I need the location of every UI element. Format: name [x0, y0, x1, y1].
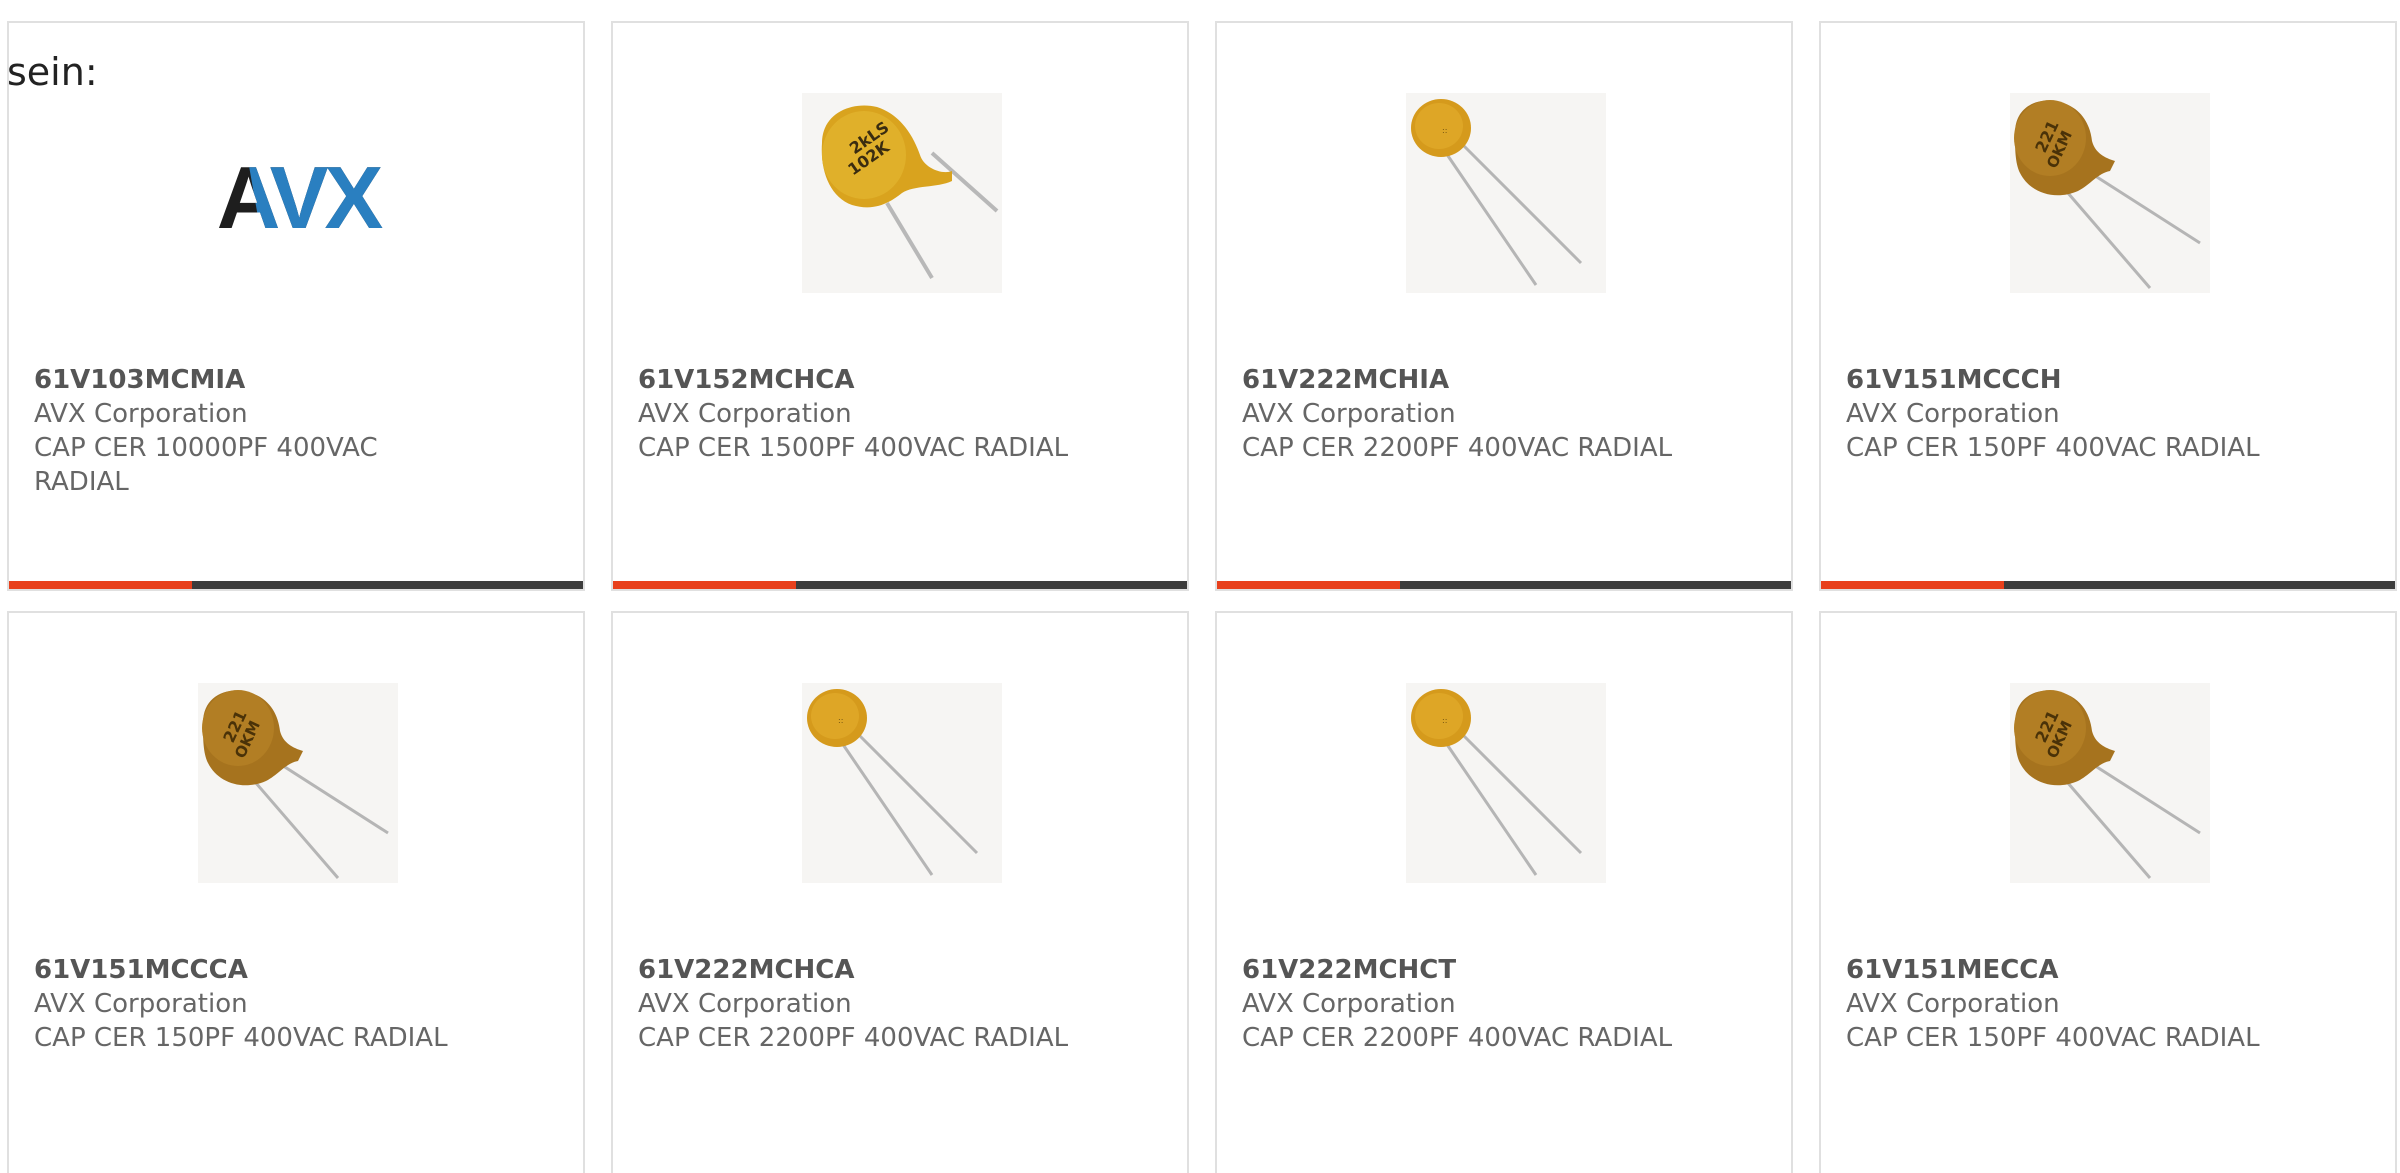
card-accent-bar [9, 581, 583, 589]
description: CAP CER 1500PF 400VAC RADIAL [638, 433, 1069, 463]
capacitor-image[interactable]: :: [1406, 683, 1606, 883]
part-number-link[interactable]: 61V222MCHIA [1242, 363, 1742, 397]
svg-text:::: :: [1442, 716, 1447, 725]
svg-text:::: :: [838, 716, 843, 725]
description: CAP CER 2200PF 400VAC RADIAL [1242, 1023, 1673, 1053]
accent-segment [1821, 581, 2004, 589]
manufacturer: AVX Corporation [34, 989, 248, 1019]
accent-segment [9, 581, 192, 589]
product-card[interactable]: 221 OKM 61V151MCCCH AVX Corporation CAP … [1819, 21, 2397, 591]
product-card[interactable]: 221 OKM 61V151MECCA AVX Corporation CAP … [1819, 611, 2397, 1173]
product-card[interactable]: :: 61V222MCHCA AVX Corporation CAP CER 2… [611, 611, 1189, 1173]
card-accent-bar [613, 581, 1187, 589]
description: CAP CER 2200PF 400VAC RADIAL [638, 1023, 1069, 1053]
manufacturer: AVX Corporation [1242, 399, 1456, 429]
product-info: 61V103MCMIA AVX Corporation CAP CER 1000… [34, 363, 534, 499]
leading-text: sein: [7, 50, 98, 94]
capacitor-image[interactable]: 221 OKM [2010, 93, 2210, 293]
capacitor-image[interactable]: 221 OKM [198, 683, 398, 883]
manufacturer: AVX Corporation [34, 399, 248, 429]
accent-segment [1217, 581, 1400, 589]
description: CAP CER 150PF 400VAC RADIAL [1846, 433, 2260, 463]
capacitor-image[interactable]: 2kLS 102K [802, 93, 1002, 293]
product-info: 61V151MECCA AVX Corporation CAP CER 150P… [1846, 953, 2346, 1055]
manufacturer: AVX Corporation [1846, 989, 2060, 1019]
part-number-link[interactable]: 61V151MECCA [1846, 953, 2346, 987]
description: CAP CER 2200PF 400VAC RADIAL [1242, 433, 1673, 463]
product-info: 61V151MCCCA AVX Corporation CAP CER 150P… [34, 953, 534, 1055]
capacitor-image[interactable]: 221 OKM [2010, 683, 2210, 883]
capacitor-image[interactable]: :: [802, 683, 1002, 883]
part-number-link[interactable]: 61V151MCCCA [34, 953, 534, 987]
product-info: 61V151MCCCH AVX Corporation CAP CER 150P… [1846, 363, 2346, 465]
card-accent-bar [1217, 581, 1791, 589]
product-card[interactable]: 2kLS 102K 61V152MCHCA AVX Corporation CA… [611, 21, 1189, 591]
avx-logo: AVX AVX [198, 103, 398, 303]
manufacturer: AVX Corporation [1846, 399, 2060, 429]
part-number-link[interactable]: 61V222MCHCA [638, 953, 1138, 987]
description: CAP CER 150PF 400VAC RADIAL [1846, 1023, 2260, 1053]
part-number-link[interactable]: 61V103MCMIA [34, 363, 534, 397]
product-card[interactable]: :: 61V222MCHCT AVX Corporation CAP CER 2… [1215, 611, 1793, 1173]
product-info: 61V222MCHCT AVX Corporation CAP CER 2200… [1242, 953, 1742, 1055]
product-info: 61V152MCHCA AVX Corporation CAP CER 1500… [638, 363, 1138, 465]
product-card[interactable]: AVX AVX 61V103MCMIA AVX Corporation CAP … [7, 21, 585, 591]
part-number-link[interactable]: 61V222MCHCT [1242, 953, 1742, 987]
product-card[interactable]: :: 61V222MCHIA AVX Corporation CAP CER 2… [1215, 21, 1793, 591]
svg-text:::: :: [1442, 126, 1447, 135]
part-number-link[interactable]: 61V152MCHCA [638, 363, 1138, 397]
product-grid-page: sein: AVX AVX 61V103MCMIA AVX Corporatio… [0, 0, 2400, 1173]
product-info: 61V222MCHCA AVX Corporation CAP CER 2200… [638, 953, 1138, 1055]
manufacturer: AVX Corporation [638, 989, 852, 1019]
manufacturer: AVX Corporation [1242, 989, 1456, 1019]
description: CAP CER 150PF 400VAC RADIAL [34, 1023, 448, 1053]
product-card[interactable]: 221 OKM 61V151MCCCA AVX Corporation CAP … [7, 611, 585, 1173]
part-number-link[interactable]: 61V151MCCCH [1846, 363, 2346, 397]
description: CAP CER 10000PF 400VAC RADIAL [34, 433, 378, 497]
accent-segment [613, 581, 796, 589]
card-accent-bar [1821, 581, 2395, 589]
manufacturer: AVX Corporation [638, 399, 852, 429]
capacitor-image[interactable]: :: [1406, 93, 1606, 293]
product-info: 61V222MCHIA AVX Corporation CAP CER 2200… [1242, 363, 1742, 465]
